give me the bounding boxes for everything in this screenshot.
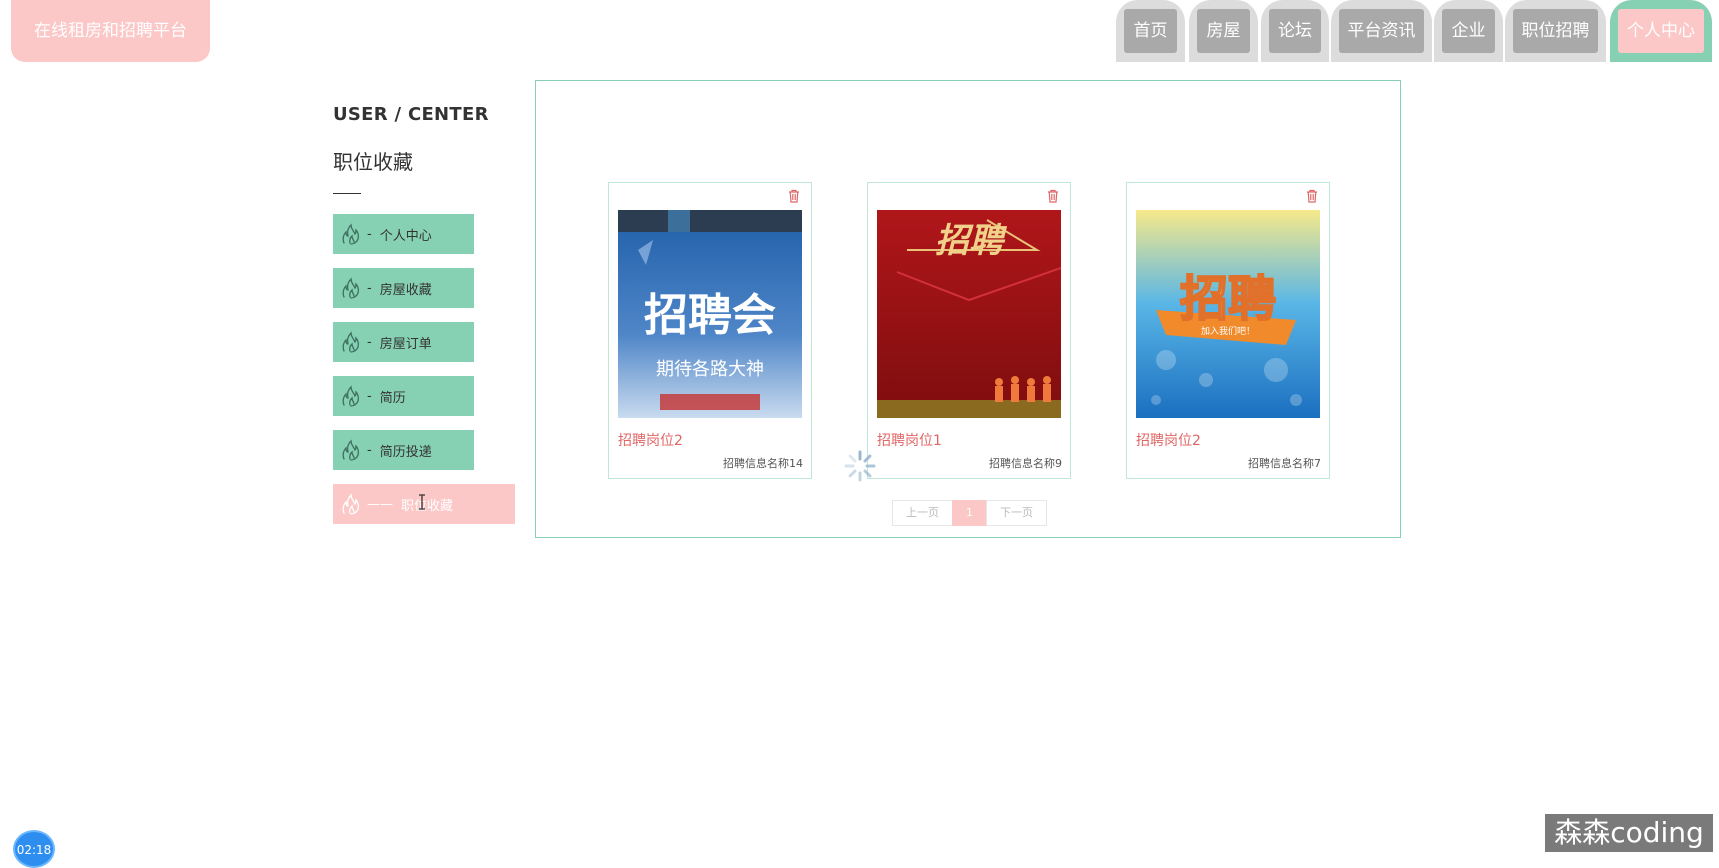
flame-icon	[342, 277, 360, 299]
menu-dash: -	[367, 442, 372, 458]
nav-tab-label: 论坛	[1269, 9, 1321, 53]
sidebar-item-label: 简历投递	[379, 444, 432, 460]
watermark: 森森coding	[1545, 814, 1713, 852]
sidebar-title: 职位收藏	[333, 150, 413, 174]
sidebar-caption: USER / CENTER	[333, 104, 489, 125]
sidebar-item-label: 职位收藏	[401, 498, 454, 514]
text-cursor-icon	[419, 494, 425, 510]
menu-dash: -	[367, 388, 372, 404]
favorite-name[interactable]: 招聘岗位1	[877, 430, 942, 450]
nav-tab-label: 企业	[1442, 9, 1495, 53]
nav-tab-user-center[interactable]: 个人中心	[1610, 0, 1712, 62]
sidebar-item-label: 个人中心	[379, 228, 432, 244]
favorite-name[interactable]: 招聘岗位2	[1136, 430, 1201, 450]
sidebar-item-resume-submissions[interactable]: - 简历投递	[333, 430, 474, 470]
job-poster-image: 招聘会 期待各路大神	[618, 210, 802, 418]
sidebar-item-house-orders[interactable]: - 房屋订单	[333, 322, 474, 362]
recording-timer: 02:18	[13, 830, 55, 868]
poster-subline: 期待各路大神	[656, 359, 764, 380]
sidebar-item-resume[interactable]: - 简历	[333, 376, 474, 416]
job-poster-image: 招聘 加入我们吧！	[1136, 210, 1320, 418]
sidebar-item-user-center[interactable]: - 个人中心	[333, 214, 474, 254]
favorite-card[interactable]: 招聘会 期待各路大神 招聘岗位2 招聘信息名称14	[608, 182, 812, 479]
flame-icon	[342, 385, 360, 407]
nav-tab-housing[interactable]: 房屋	[1189, 0, 1258, 62]
nav-tab-home[interactable]: 首页	[1116, 0, 1185, 62]
sidebar-divider	[333, 193, 361, 194]
menu-dash: -	[367, 334, 372, 350]
pagination-prev[interactable]: 上一页	[892, 500, 953, 526]
flame-icon	[342, 493, 360, 515]
nav-tab-label: 首页	[1124, 9, 1177, 53]
sidebar-item-label: 简历	[379, 390, 406, 406]
pagination-next[interactable]: 下一页	[986, 500, 1047, 526]
menu-dash: -	[367, 280, 372, 296]
nav-tab-label: 个人中心	[1618, 9, 1704, 53]
poster-subline: 加入我们吧！	[1201, 325, 1255, 337]
trash-icon[interactable]	[787, 189, 801, 203]
poster-headline: 招聘	[1180, 271, 1276, 327]
favorite-subtitle: 招聘信息名称9	[989, 457, 1062, 470]
nav-tab-jobs[interactable]: 职位招聘	[1505, 0, 1606, 62]
sidebar-item-label: 房屋收藏	[379, 282, 432, 298]
nav-tab-label: 房屋	[1197, 9, 1250, 53]
nav-tab-news[interactable]: 平台资讯	[1331, 0, 1432, 62]
trash-icon[interactable]	[1046, 189, 1060, 203]
menu-dash: ——	[367, 496, 393, 512]
menu-dash: -	[367, 226, 372, 242]
flame-icon	[342, 331, 360, 353]
flame-icon	[342, 223, 360, 245]
sidebar-item-house-favorites[interactable]: - 房屋收藏	[333, 268, 474, 308]
poster-headline: 招聘	[935, 221, 1008, 261]
sidebar-item-label: 房屋订单	[379, 336, 432, 352]
favorite-subtitle: 招聘信息名称14	[723, 457, 803, 470]
nav-tab-company[interactable]: 企业	[1434, 0, 1503, 62]
favorite-subtitle: 招聘信息名称7	[1248, 457, 1321, 470]
flame-icon	[342, 439, 360, 461]
favorites-panel: 招聘会 期待各路大神 招聘岗位2 招聘信息名称14 招聘 招聘岗位1 招聘信息名…	[535, 80, 1401, 538]
nav-tab-label: 平台资讯	[1339, 9, 1424, 53]
poster-headline: 招聘会	[644, 290, 776, 341]
favorite-card[interactable]: 招聘 加入我们吧！ 招聘岗位2 招聘信息名称7	[1126, 182, 1330, 479]
spinner-icon	[844, 450, 876, 482]
nav-tab-forum[interactable]: 论坛	[1261, 0, 1329, 62]
trash-icon[interactable]	[1305, 189, 1319, 203]
job-poster-image: 招聘	[877, 210, 1061, 418]
favorite-name[interactable]: 招聘岗位2	[618, 430, 683, 450]
nav-tab-label: 职位招聘	[1513, 9, 1598, 53]
pagination-page[interactable]: 1	[952, 500, 987, 526]
top-nav: 首页 房屋 论坛 平台资讯 企业 职位招聘 个人中心	[0, 0, 1719, 64]
favorite-card[interactable]: 招聘 招聘岗位1 招聘信息名称9	[867, 182, 1071, 479]
